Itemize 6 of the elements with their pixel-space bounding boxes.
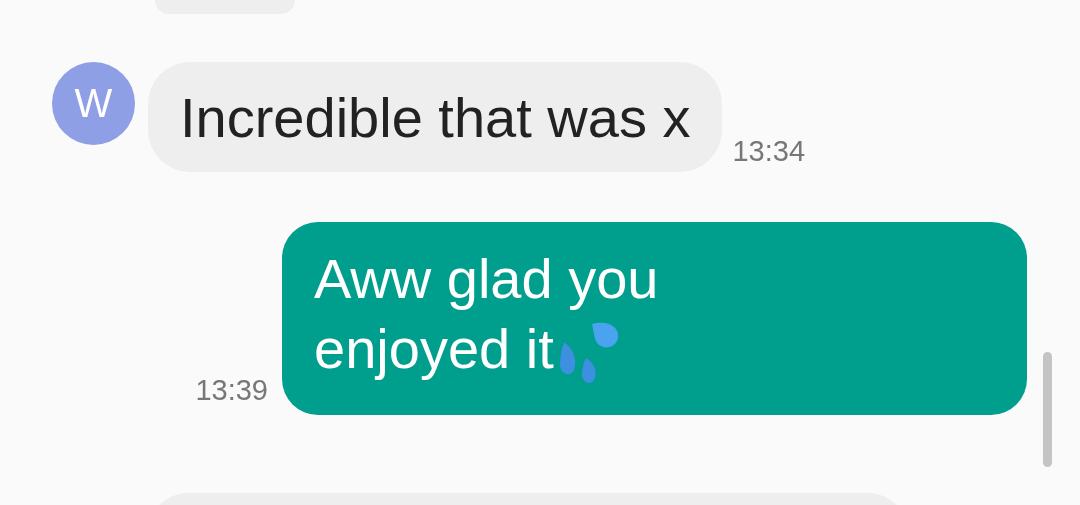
message-time: 13:39 xyxy=(195,374,268,407)
scrollbar[interactable] xyxy=(1043,352,1052,467)
message-time: 13:34 xyxy=(732,135,806,168)
message-bubble: Incredible that was x xyxy=(148,62,723,172)
message-bubble: Aww glad you enjoyed it xyxy=(282,222,1027,415)
avatar: W xyxy=(52,62,135,145)
